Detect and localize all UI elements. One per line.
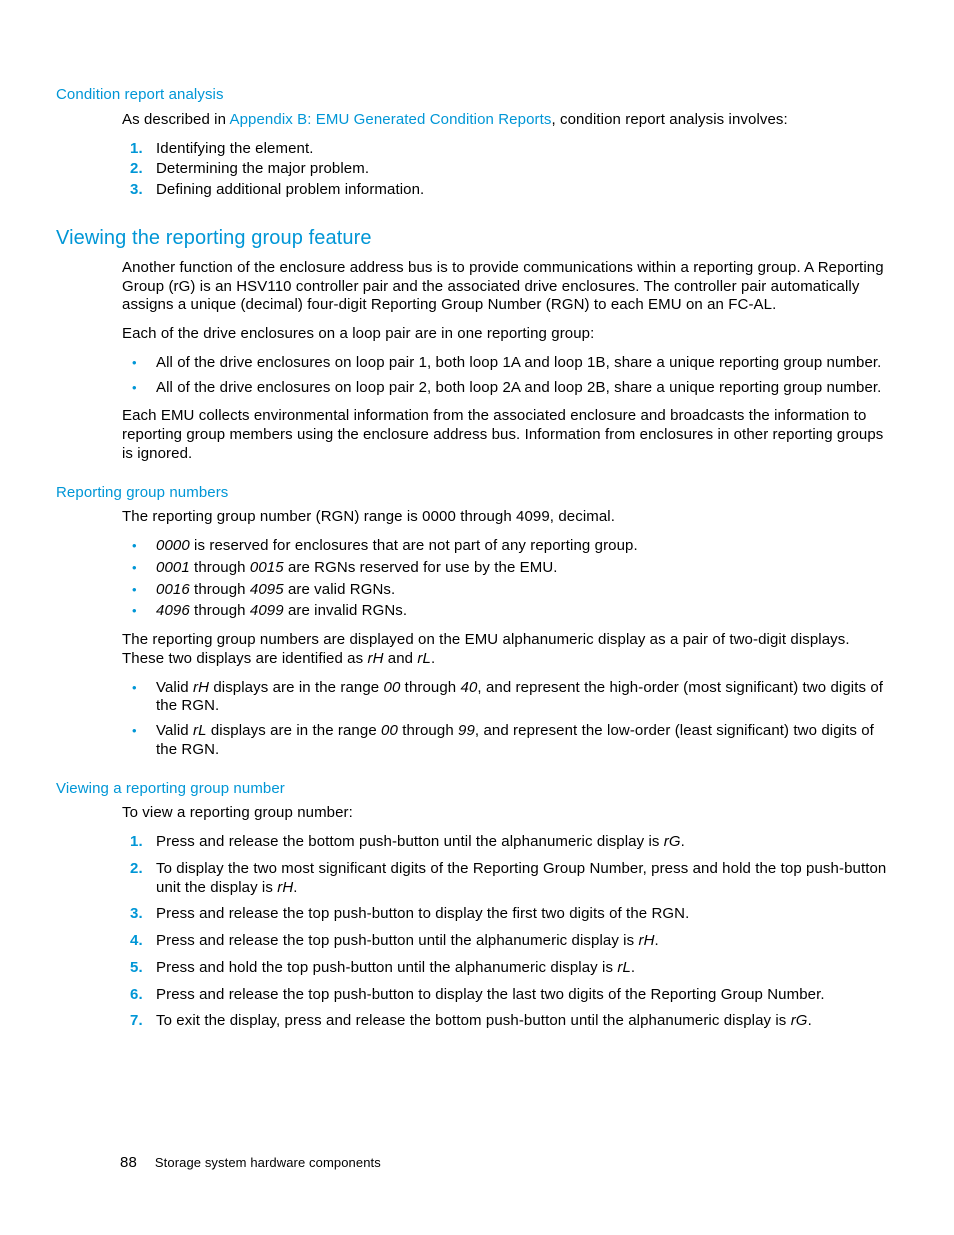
bullet-icon: • <box>122 679 156 697</box>
list-text: 0000 is reserved for enclosures that are… <box>156 537 892 556</box>
list-marker: 6. <box>122 986 156 1005</box>
list-marker: 2. <box>122 160 156 179</box>
heading-reporting-group-numbers: Reporting group numbers <box>56 484 894 503</box>
page-footer: 88 Storage system hardware components <box>120 1154 381 1173</box>
list-text: Defining additional problem information. <box>156 181 892 200</box>
list-text: To exit the display, press and release t… <box>156 1012 892 1031</box>
list-marker: 2. <box>122 860 156 879</box>
list-item: 2.Determining the major problem. <box>122 160 892 179</box>
list-item: 1.Press and release the bottom push-butt… <box>122 833 892 852</box>
heading-viewing-reporting-group-feature: Viewing the reporting group feature <box>56 226 894 251</box>
section3-bullets2: •Valid rH displays are in the range 00 t… <box>122 679 892 760</box>
paragraph: The reporting group number (RGN) range i… <box>122 508 892 527</box>
list-text: Valid rH displays are in the range 00 th… <box>156 679 892 717</box>
list-text: Valid rL displays are in the range 00 th… <box>156 722 892 760</box>
paragraph: The reporting group numbers are displaye… <box>122 631 892 669</box>
heading-condition-report-analysis: Condition report analysis <box>56 86 894 105</box>
list-marker: 3. <box>122 905 156 924</box>
bullet-icon: • <box>122 379 156 397</box>
list-text: All of the drive enclosures on loop pair… <box>156 379 892 398</box>
text: As described in <box>122 111 230 128</box>
list-item: 1.Identifying the element. <box>122 140 892 159</box>
list-item: •Valid rL displays are in the range 00 t… <box>122 722 892 760</box>
list-text: To display the two most significant digi… <box>156 860 892 898</box>
list-item: 4.Press and release the top push-button … <box>122 932 892 951</box>
page: Condition report analysis As described i… <box>0 0 954 1235</box>
list-marker: 1. <box>122 140 156 159</box>
section4-steps: 1.Press and release the bottom push-butt… <box>122 833 892 1031</box>
list-item: •Valid rH displays are in the range 00 t… <box>122 679 892 717</box>
bullet-icon: • <box>122 354 156 372</box>
list-text: 0001 through 0015 are RGNs reserved for … <box>156 559 892 578</box>
link-appendix-b[interactable]: Appendix B: EMU Generated Condition Repo… <box>230 111 552 128</box>
page-number: 88 <box>120 1154 137 1171</box>
section1-list: 1.Identifying the element. 2.Determining… <box>122 140 892 200</box>
section3-body: The reporting group number (RGN) range i… <box>122 508 892 759</box>
paragraph: Each EMU collects environmental informat… <box>122 407 892 463</box>
bullet-icon: • <box>122 581 156 599</box>
list-item: •0000 is reserved for enclosures that ar… <box>122 537 892 556</box>
bullet-icon: • <box>122 537 156 555</box>
list-text: Press and hold the top push-button until… <box>156 959 892 978</box>
list-text: 0016 through 4095 are valid RGNs. <box>156 581 892 600</box>
bullet-icon: • <box>122 559 156 577</box>
list-text: Press and release the top push-button to… <box>156 986 892 1005</box>
list-text: Press and release the top push-button to… <box>156 905 892 924</box>
list-marker: 5. <box>122 959 156 978</box>
section1-body: As described in Appendix B: EMU Generate… <box>122 111 892 200</box>
section4-body: To view a reporting group number: 1.Pres… <box>122 804 892 1031</box>
section1-intro: As described in Appendix B: EMU Generate… <box>122 111 892 130</box>
list-item: •4096 through 4099 are invalid RGNs. <box>122 602 892 621</box>
list-text: Determining the major problem. <box>156 160 892 179</box>
list-marker: 3. <box>122 181 156 200</box>
list-text: All of the drive enclosures on loop pair… <box>156 354 892 373</box>
list-text: 4096 through 4099 are invalid RGNs. <box>156 602 892 621</box>
list-item: •0016 through 4095 are valid RGNs. <box>122 581 892 600</box>
section2-bullets: •All of the drive enclosures on loop pai… <box>122 354 892 398</box>
list-item: 2.To display the two most significant di… <box>122 860 892 898</box>
list-marker: 4. <box>122 932 156 951</box>
list-text: Press and release the bottom push-button… <box>156 833 892 852</box>
section3-bullets1: •0000 is reserved for enclosures that ar… <box>122 537 892 621</box>
list-item: •0001 through 0015 are RGNs reserved for… <box>122 559 892 578</box>
footer-title: Storage system hardware components <box>155 1155 381 1170</box>
paragraph: Each of the drive enclosures on a loop p… <box>122 325 892 344</box>
section2-body: Another function of the enclosure addres… <box>122 259 892 464</box>
bullet-icon: • <box>122 602 156 620</box>
list-marker: 7. <box>122 1012 156 1031</box>
bullet-icon: • <box>122 722 156 740</box>
list-item: •All of the drive enclosures on loop pai… <box>122 379 892 398</box>
list-item: 6.Press and release the top push-button … <box>122 986 892 1005</box>
list-item: 3.Press and release the top push-button … <box>122 905 892 924</box>
list-item: 5.Press and hold the top push-button unt… <box>122 959 892 978</box>
list-item: 7.To exit the display, press and release… <box>122 1012 892 1031</box>
paragraph: To view a reporting group number: <box>122 804 892 823</box>
heading-viewing-a-reporting-group-number: Viewing a reporting group number <box>56 780 894 799</box>
list-item: •All of the drive enclosures on loop pai… <box>122 354 892 373</box>
text: , condition report analysis involves: <box>551 111 787 128</box>
paragraph: Another function of the enclosure addres… <box>122 259 892 315</box>
list-text: Identifying the element. <box>156 140 892 159</box>
list-marker: 1. <box>122 833 156 852</box>
list-text: Press and release the top push-button un… <box>156 932 892 951</box>
list-item: 3.Defining additional problem informatio… <box>122 181 892 200</box>
